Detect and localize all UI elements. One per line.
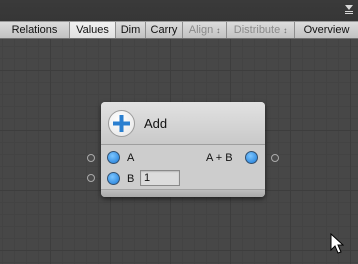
output-label: A + B <box>206 152 233 164</box>
output-port[interactable] <box>245 151 258 164</box>
add-node[interactable]: Add A A + B B 1 <box>101 102 265 197</box>
toolbar: Relations Values Dim Carry Align ↕ Distri… <box>0 21 358 39</box>
tab-overview-label: Overview <box>303 24 350 36</box>
tab-carry-label: Carry <box>150 24 178 36</box>
tab-overview[interactable]: Overview <box>295 22 358 38</box>
mouse-cursor-icon <box>330 232 345 260</box>
distribute-dropdown-label: Distribute <box>233 24 281 36</box>
node-body: A A + B B 1 <box>101 145 265 190</box>
tab-values[interactable]: Values <box>70 22 116 38</box>
tab-dim[interactable]: Dim <box>116 22 146 38</box>
input-b-label: B <box>127 173 135 185</box>
align-dropdown[interactable]: Align ↕ <box>183 22 227 38</box>
updown-arrow-icon: ↕ <box>216 25 221 35</box>
input-a-port[interactable] <box>107 151 120 164</box>
plus-icon <box>108 110 135 137</box>
tab-carry[interactable]: Carry <box>146 22 183 38</box>
align-dropdown-label: Align <box>188 24 214 36</box>
node-title: Add <box>144 116 168 131</box>
output-connector[interactable] <box>271 154 279 162</box>
input-a-label: A <box>127 152 135 164</box>
node-footer <box>101 189 265 197</box>
tab-dim-label: Dim <box>120 24 141 36</box>
distribute-dropdown[interactable]: Distribute ↕ <box>227 22 295 38</box>
window-menu-icon[interactable] <box>342 5 354 15</box>
input-a-connector[interactable] <box>87 154 95 162</box>
node-header[interactable]: Add <box>101 102 265 145</box>
input-b-connector[interactable] <box>87 174 95 182</box>
input-b-port[interactable] <box>107 172 120 185</box>
window-top-strip <box>0 0 358 22</box>
updown-arrow-icon: ↕ <box>283 25 288 35</box>
input-b-value-field[interactable]: 1 <box>140 170 180 186</box>
tab-relations[interactable]: Relations <box>0 22 70 38</box>
tab-values-label: Values <box>76 24 109 36</box>
tab-relations-label: Relations <box>11 24 58 36</box>
